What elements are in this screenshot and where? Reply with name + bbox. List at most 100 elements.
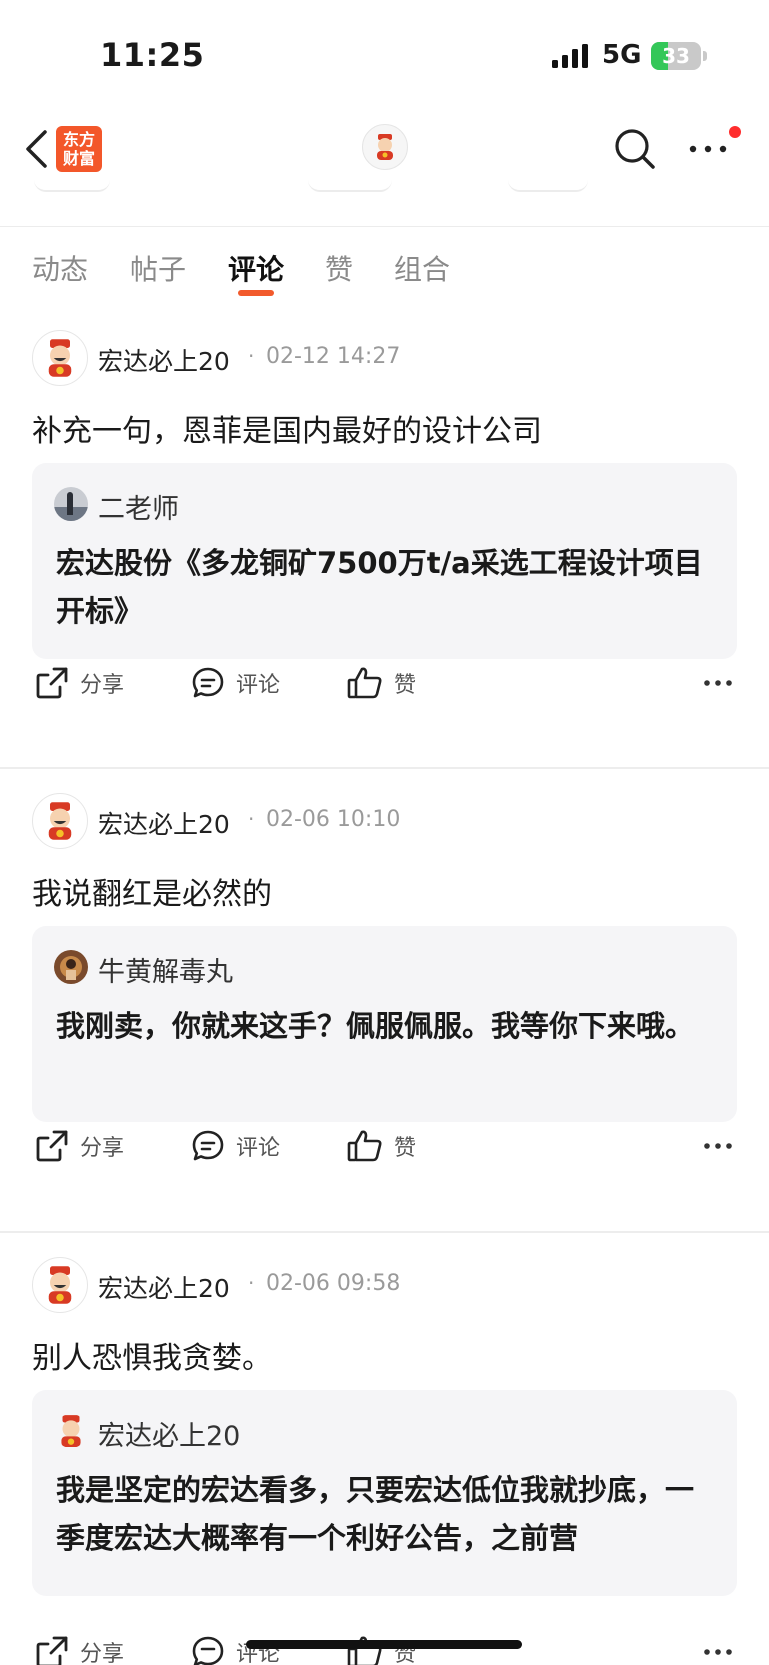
post-time: 02-06 09:58 (266, 1271, 401, 1296)
avatar[interactable] (32, 793, 88, 849)
mascot-avatar-icon (61, 1415, 81, 1447)
like-label: 赞 (394, 1136, 417, 1161)
post-divider (0, 767, 769, 769)
like-button[interactable]: 赞 (346, 1121, 416, 1171)
separator-dot: · (248, 344, 255, 368)
avatar[interactable] (32, 330, 88, 386)
post-divider (0, 1231, 769, 1233)
mascot-avatar-icon (377, 134, 393, 160)
header-divider (0, 226, 769, 227)
quote-avatar (54, 950, 88, 984)
quoted-author[interactable]: 牛黄解毒丸 (98, 950, 233, 989)
tab-dynamics[interactable]: 动态 (32, 248, 88, 288)
post-more-button[interactable] (700, 658, 736, 708)
app-logo[interactable]: 东方财富 (56, 126, 102, 172)
header-remnant (308, 180, 392, 192)
header-remnant (34, 180, 110, 192)
comment-button[interactable]: 评论 (190, 1121, 280, 1171)
status-bar: 11:25 5G 33 (0, 0, 769, 110)
share-icon (36, 667, 68, 699)
post-more-button[interactable] (700, 1627, 736, 1665)
share-button[interactable]: 分享 (34, 658, 124, 708)
more-menu-button[interactable] (680, 124, 736, 174)
author-name[interactable]: 宏达必上20 (98, 1269, 230, 1305)
tab-likes[interactable]: 赞 (325, 248, 353, 288)
comment-text[interactable]: 补充一句，恩菲是国内最好的设计公司 (32, 406, 542, 450)
more-horizontal-icon (704, 1649, 732, 1655)
share-label: 分享 (80, 1136, 125, 1161)
separator-dot: · (248, 807, 255, 831)
author-name[interactable]: 宏达必上20 (98, 805, 230, 841)
like-label: 赞 (394, 673, 417, 698)
quoted-text: 我是坚定的宏达看多，只要宏达低位我就抄底，一季度宏达大概率有一个利好公告，之前营 (56, 1473, 695, 1555)
quoted-post[interactable]: 牛黄解毒丸 我刚卖，你就来这手？佩服佩服。我等你下来哦。 (32, 926, 737, 1122)
share-button[interactable]: 分享 (34, 1121, 124, 1171)
profile-tabs: 动态 帖子 评论 赞 组合 (0, 240, 769, 306)
quoted-text: 我刚卖，你就来这手？佩服佩服。我等你下来哦。 (56, 1009, 695, 1043)
post-header: 宏达必上20 · 02-12 14:27 (32, 330, 732, 390)
quoted-post[interactable]: 宏达必上20 我是坚定的宏达看多，只要宏达低位我就抄底，一季度宏达大概率有一个利… (32, 1390, 737, 1596)
quoted-author[interactable]: 宏达必上20 (98, 1414, 240, 1453)
post-more-button[interactable] (700, 1121, 736, 1171)
comment-button[interactable]: 评论 (190, 658, 280, 708)
comment-label: 评论 (236, 673, 281, 698)
like-button[interactable]: 赞 (346, 658, 416, 708)
notification-dot (729, 126, 741, 138)
post-header: 宏达必上20 · 02-06 09:58 (32, 1257, 732, 1317)
post-header: 宏达必上20 · 02-06 10:10 (32, 793, 732, 853)
separator-dot: · (248, 1271, 255, 1295)
quoted-text: 宏达股份《多龙铜矿7500万t/a采选工程设计项目开标》 (56, 546, 703, 628)
action-bar: 分享 评论 赞 (0, 1121, 769, 1171)
avatar[interactable] (32, 1257, 88, 1313)
comment-text[interactable]: 别人恐惧我贪婪。 (32, 1333, 272, 1377)
share-icon (36, 1130, 68, 1162)
battery-tip (703, 51, 707, 61)
tab-comments[interactable]: 评论 (228, 248, 284, 288)
comment-text[interactable]: 我说翻红是必然的 (32, 869, 272, 913)
battery-icon: 33 (651, 42, 701, 70)
network-type: 5G (602, 40, 642, 70)
comment-icon (192, 1130, 224, 1161)
app-logo-text: 东方财富 (62, 130, 95, 168)
thumbs-up-icon (347, 667, 382, 699)
more-horizontal-icon (704, 680, 732, 686)
profile-avatar[interactable] (362, 124, 408, 170)
top-nav-bar: 东方财富 (0, 110, 769, 190)
battery-level: 33 (662, 44, 690, 68)
search-icon (615, 129, 655, 169)
back-button[interactable] (14, 124, 58, 174)
tab-posts[interactable]: 帖子 (130, 248, 186, 288)
action-bar: 分享 评论 赞 (0, 658, 769, 708)
share-button[interactable]: 分享 (34, 1627, 124, 1665)
share-label: 分享 (80, 673, 125, 698)
mascot-avatar-icon (48, 339, 72, 377)
author-name[interactable]: 宏达必上20 (98, 342, 230, 378)
status-time: 11:25 (100, 36, 205, 74)
comment-icon (192, 1636, 224, 1665)
mascot-avatar-icon (48, 802, 72, 840)
active-tab-indicator (238, 290, 274, 296)
cellular-signal-icon (552, 44, 588, 68)
chevron-left-icon (26, 130, 47, 168)
quote-avatar (54, 1414, 88, 1448)
comment-card[interactable]: 宏达必上20 · 02-06 09:58 别人恐惧我贪婪。 宏达必上20 我是坚… (0, 1257, 769, 1657)
comment-label: 评论 (236, 1136, 281, 1161)
quoted-author[interactable]: 二老师 (98, 487, 179, 526)
share-icon (36, 1636, 68, 1665)
thumbs-up-icon (347, 1636, 382, 1665)
scrolled-header-remnant (0, 180, 769, 194)
user-photo-icon (54, 950, 88, 984)
thumbs-up-icon (347, 1130, 382, 1162)
more-horizontal-icon (689, 145, 727, 153)
quoted-post[interactable]: 二老师 宏达股份《多龙铜矿7500万t/a采选工程设计项目开标》 (32, 463, 737, 659)
mascot-avatar-icon (48, 1266, 72, 1304)
header-remnant (508, 180, 588, 192)
tab-portfolios[interactable]: 组合 (394, 248, 450, 288)
post-time: 02-06 10:10 (266, 807, 401, 832)
search-button[interactable] (610, 124, 660, 174)
post-time: 02-12 14:27 (266, 344, 401, 369)
more-horizontal-icon (704, 1143, 732, 1149)
home-indicator[interactable] (246, 1640, 522, 1649)
comment-icon (192, 667, 224, 698)
share-label: 分享 (80, 1642, 125, 1665)
